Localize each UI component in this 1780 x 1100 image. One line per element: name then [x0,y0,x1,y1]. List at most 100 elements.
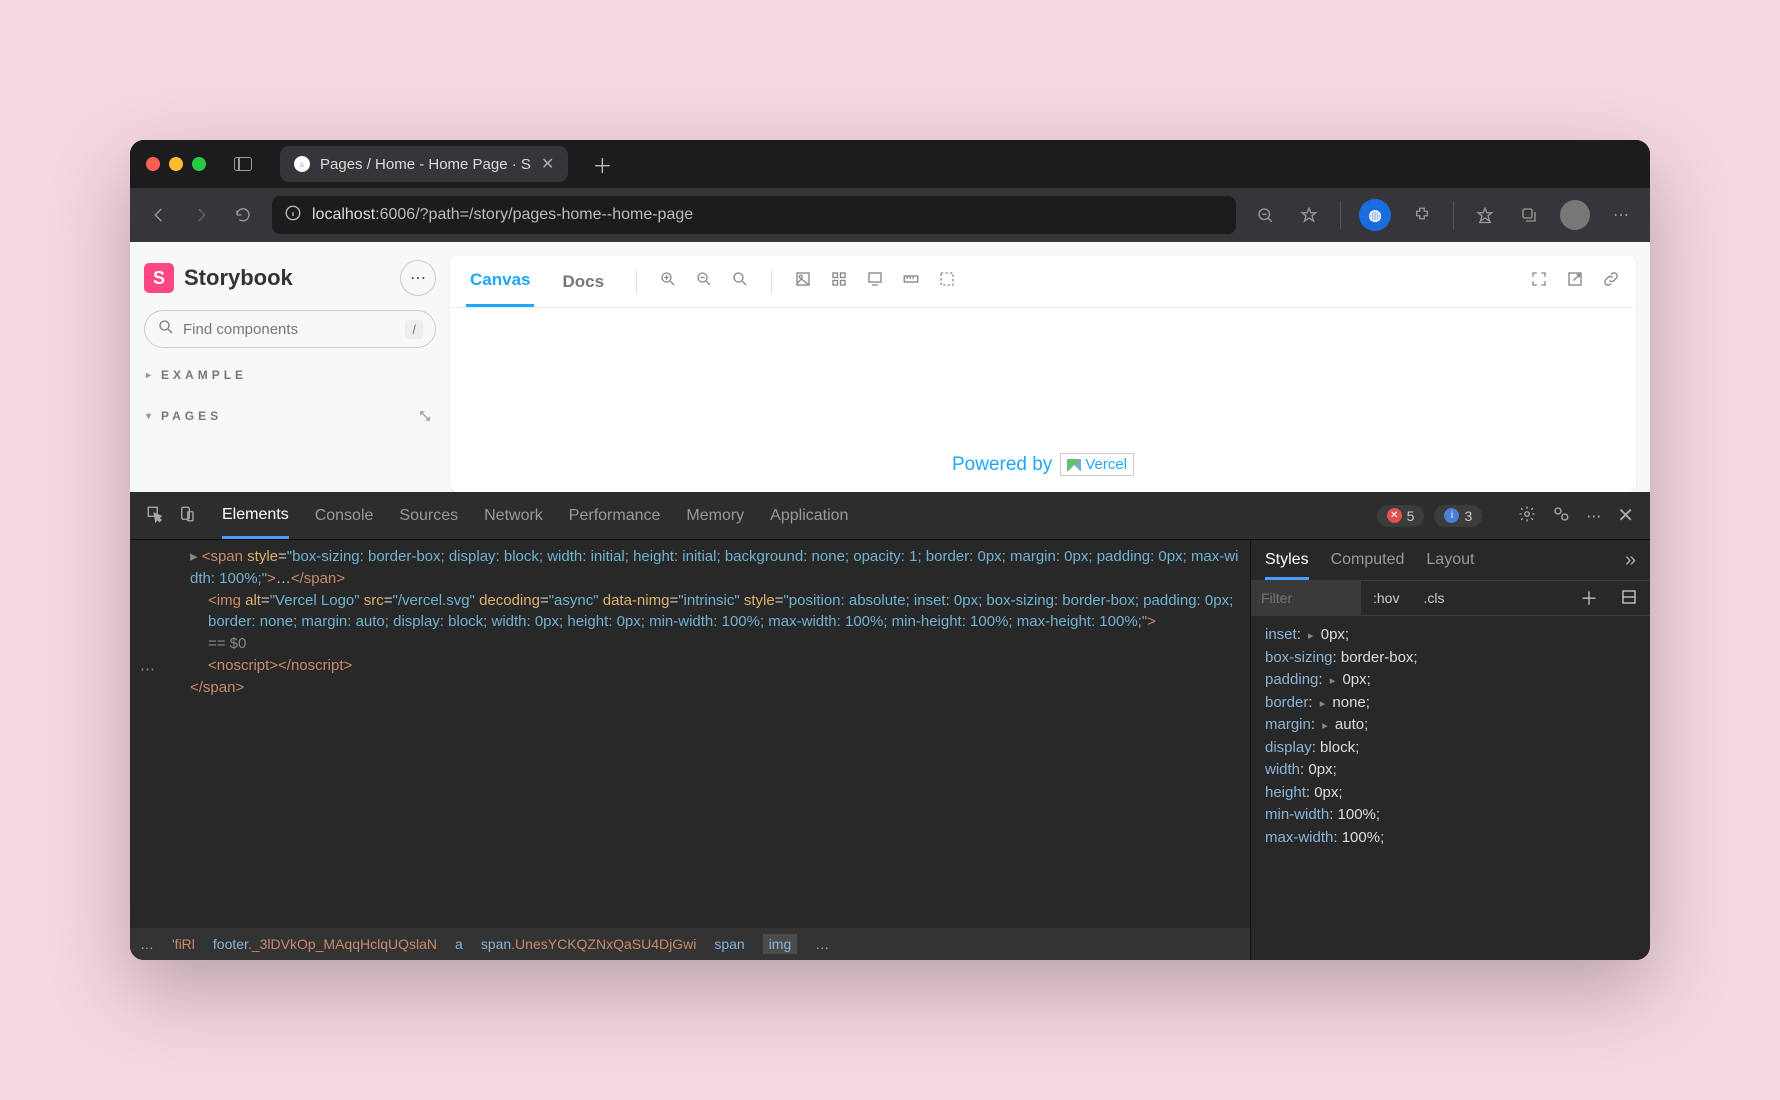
divider [1453,201,1454,229]
styles-panel: Styles Computed Layout » :hov .cls ＋ ins… [1250,540,1650,960]
devtools-tab-sources[interactable]: Sources [399,507,458,525]
styles-more-icon[interactable]: » [1625,549,1636,572]
page-content: S Storybook ⋯ Find components / ▸ EXAMPL… [130,242,1650,960]
zoom-in-icon[interactable] [659,270,677,293]
error-badge[interactable]: ✕5 [1377,505,1425,527]
grid-icon[interactable] [830,270,848,293]
zoom-reset-icon[interactable] [731,270,749,293]
maximize-window[interactable] [192,157,206,171]
tab-favicon-icon: ▲ [294,156,310,172]
error-icon: ✕ [1387,508,1402,523]
info-badge[interactable]: i3 [1434,505,1482,527]
powered-by: Powered by Vercel [952,453,1134,476]
devtools-tab-console[interactable]: Console [315,507,374,525]
breadcrumbs[interactable]: … 'fiRl footer._3lDVkOp_MAqqHclqUQslaN a… [130,928,1250,960]
open-new-tab-icon[interactable] [1566,270,1584,293]
close-devtools-icon[interactable]: ✕ [1617,503,1634,528]
browser-window: ▲ Pages / Home - Home Page · S ✕ ＋ local… [130,140,1650,960]
styles-tab-computed[interactable]: Computed [1331,551,1405,569]
device-toggle-icon[interactable] [178,505,196,527]
hov-toggle[interactable]: :hov [1361,590,1411,606]
viewport-icon[interactable] [866,270,884,293]
storybook-brand: S Storybook ⋯ [144,260,436,296]
browser-tab[interactable]: ▲ Pages / Home - Home Page · S ✕ [280,146,568,182]
storybook-app: S Storybook ⋯ Find components / ▸ EXAMPL… [130,242,1650,492]
profile-avatar[interactable] [1560,200,1590,230]
new-rule-icon[interactable]: ＋ [1570,585,1608,611]
new-tab-button[interactable]: ＋ [592,150,612,179]
style-rule[interactable]: inset: ▸ 0px; [1265,624,1636,647]
search-icon [157,318,175,340]
bookmark-icon[interactable] [1296,202,1322,228]
style-rule[interactable]: display: block; [1265,737,1636,760]
browser-toolbar: localhost:6006/?path=/story/pages-home--… [130,188,1650,242]
storybook-main: Canvas Docs [450,256,1636,492]
styles-tab-styles[interactable]: Styles [1265,551,1309,580]
minimize-window[interactable] [169,157,183,171]
copy-link-icon[interactable] [1602,270,1620,293]
elements-tree[interactable]: ▸ <span style="box-sizing: border-box; d… [130,540,1250,928]
forward-button[interactable] [188,202,214,228]
back-button[interactable] [146,202,172,228]
search-input[interactable]: Find components / [144,310,436,348]
search-placeholder: Find components [183,321,298,338]
sidebar-toggle-icon[interactable] [234,157,252,171]
inspect-icon[interactable] [146,505,164,527]
style-rule[interactable]: width: 0px; [1265,759,1636,782]
canvas-area: Powered by Vercel [450,308,1636,492]
url-host: localhost [312,206,375,223]
zoom-out-icon[interactable] [695,270,713,293]
computed-toggle-icon[interactable] [1608,588,1650,609]
styles-filter-row: :hov .cls ＋ [1251,580,1650,616]
sidebar-group-pages[interactable]: ▾ PAGES ⤡ [144,402,436,430]
storybook-menu-button[interactable]: ⋯ [400,260,436,296]
sidebar-group-example[interactable]: ▸ EXAMPLE [144,362,436,388]
overflow-indicator: ⋯ [140,660,155,678]
window-controls [146,157,206,171]
style-rules[interactable]: inset: ▸ 0px;box-sizing: border-box;padd… [1251,616,1650,960]
style-rule[interactable]: box-sizing: border-box; [1265,647,1636,670]
address-bar[interactable]: localhost:6006/?path=/story/pages-home--… [272,196,1236,234]
measure-icon[interactable] [902,270,920,293]
close-window[interactable] [146,157,160,171]
zoom-icon[interactable] [1252,202,1278,228]
reload-button[interactable] [230,202,256,228]
devtools-tab-memory[interactable]: Memory [686,507,744,525]
reading-list-icon[interactable] [1472,202,1498,228]
style-rule[interactable]: min-width: 100%; [1265,804,1636,827]
style-rule[interactable]: padding: ▸ 0px; [1265,669,1636,692]
group-label: EXAMPLE [161,368,247,382]
extensions-icon[interactable] [1409,202,1435,228]
site-info-icon[interactable] [284,204,302,227]
cls-toggle[interactable]: .cls [1411,590,1456,606]
tab-docs[interactable]: Docs [558,258,608,306]
fullscreen-icon[interactable] [1530,270,1548,293]
style-rule[interactable]: height: 0px; [1265,782,1636,805]
styles-tab-layout[interactable]: Layout [1426,551,1474,569]
settings-icon[interactable] [1518,505,1536,527]
outline-icon[interactable] [938,270,956,293]
storybook-sidebar: S Storybook ⋯ Find components / ▸ EXAMPL… [130,242,450,492]
style-rule[interactable]: border: ▸ none; [1265,692,1636,715]
selected-indicator: == $0 [190,633,1240,655]
style-rule[interactable]: max-width: 100%; [1265,827,1636,850]
powered-by-text: Powered by [952,454,1052,476]
activity-icon[interactable] [1552,505,1570,527]
styles-filter-input[interactable] [1251,581,1361,615]
collapse-icon[interactable]: ⤡ [420,408,434,424]
devtools-tab-application[interactable]: Application [770,507,848,525]
tab-canvas[interactable]: Canvas [466,256,534,307]
overflow-menu-icon[interactable]: ⋯ [1608,202,1634,228]
collections-icon[interactable] [1516,202,1542,228]
devtools-tab-performance[interactable]: Performance [569,507,661,525]
devtools-tab-elements[interactable]: Elements [222,506,289,539]
onepassword-icon[interactable]: ◍ [1359,199,1391,231]
close-tab-icon[interactable]: ✕ [541,154,554,174]
devtools-panel: Elements Console Sources Network Perform… [130,492,1650,960]
vercel-logo-broken-image: Vercel [1060,453,1134,476]
devtools-tab-network[interactable]: Network [484,507,543,525]
more-icon[interactable]: ⋯ [1586,507,1601,525]
style-rule[interactable]: margin: ▸ auto; [1265,714,1636,737]
background-icon[interactable] [794,270,812,293]
storybook-tabs: Canvas Docs [450,256,1636,308]
